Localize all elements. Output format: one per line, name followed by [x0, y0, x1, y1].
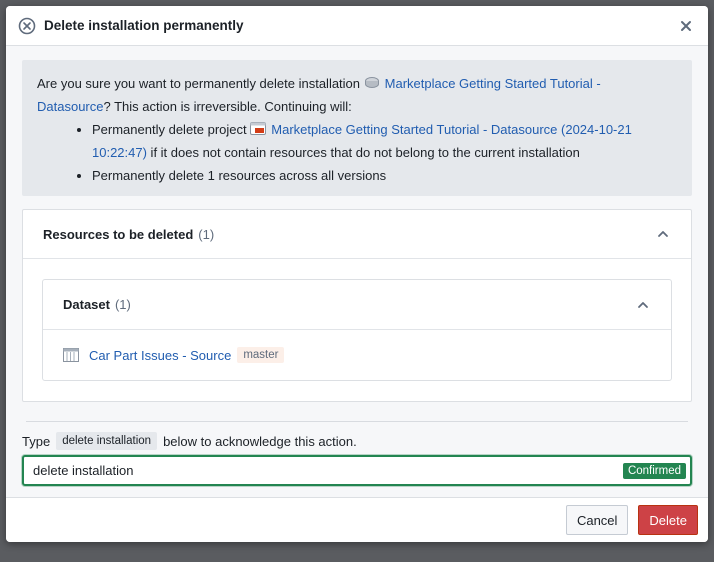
chevron-up-icon[interactable]: [655, 226, 671, 242]
dataset-group-header[interactable]: Dataset (1): [43, 280, 671, 330]
dialog-footer: Cancel Delete: [6, 497, 708, 542]
confirmation-input[interactable]: [33, 463, 623, 478]
delete-button[interactable]: Delete: [638, 505, 698, 535]
dataset-table-icon: [63, 348, 79, 362]
resources-card: Resources to be deleted (1) Dataset (1): [22, 209, 692, 402]
project-suffix: if it does not contain resources that do…: [146, 145, 580, 160]
dialog-body: Are you sure you want to permanently del…: [6, 46, 708, 486]
resource-link[interactable]: Car Part Issues - Source: [89, 348, 231, 363]
divider: [26, 421, 688, 422]
installation-icon: [364, 74, 380, 88]
project-prefix: Permanently delete project: [92, 122, 251, 137]
confirmed-tag: Confirmed: [622, 462, 686, 479]
branch-tag: master: [237, 347, 285, 363]
resources-header[interactable]: Resources to be deleted (1): [23, 210, 691, 259]
dataset-group: Dataset (1) Car Part Issues - Source mas…: [42, 279, 672, 381]
delete-installation-dialog: Delete installation permanently Are you …: [6, 6, 708, 542]
acknowledge-instructions: Type delete installation below to acknow…: [22, 432, 692, 450]
dialog-title: Delete installation permanently: [44, 18, 244, 33]
project-icon: [250, 120, 267, 135]
consequence-item: Permanently delete project Marketplace G…: [92, 118, 676, 164]
cancel-button[interactable]: Cancel: [565, 505, 629, 535]
intro-text: Are you sure you want to permanently del…: [37, 76, 364, 91]
resource-row: Car Part Issues - Source master: [43, 330, 671, 380]
dataset-label: Dataset: [63, 297, 110, 312]
ack-phrase-tag: delete installation: [56, 432, 158, 450]
callout-intro: Are you sure you want to permanently del…: [37, 72, 676, 118]
resources-count: (1): [198, 226, 215, 242]
chevron-up-icon[interactable]: [635, 297, 651, 313]
circle-x-icon: [18, 17, 36, 35]
consequence-list: Permanently delete project Marketplace G…: [37, 118, 676, 187]
confirmation-input-group: Confirmed: [22, 455, 692, 486]
dataset-count: (1): [114, 297, 131, 312]
resources-label: Resources to be deleted: [43, 226, 194, 242]
ack-suffix: below to acknowledge this action.: [163, 433, 357, 449]
close-icon[interactable]: [676, 16, 696, 36]
warning-callout: Are you sure you want to permanently del…: [22, 60, 692, 196]
dialog-header: Delete installation permanently: [6, 6, 708, 46]
intro-suffix: ? This action is irreversible. Continuin…: [103, 99, 352, 114]
ack-prefix: Type: [22, 433, 51, 449]
consequence-item: Permanently delete 1 resources across al…: [92, 164, 676, 187]
